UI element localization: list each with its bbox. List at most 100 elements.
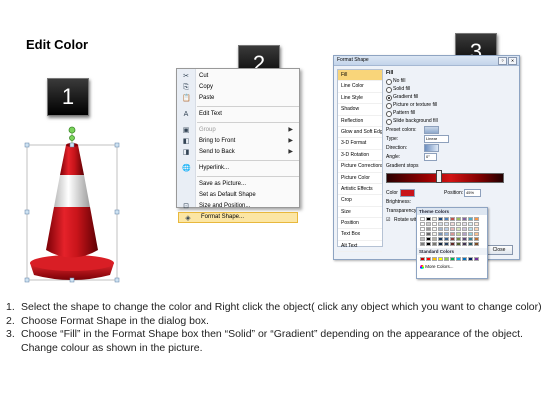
color-swatch[interactable] [444, 257, 449, 261]
color-swatch[interactable] [456, 257, 461, 261]
fill-option[interactable]: No fill [386, 77, 514, 85]
color-swatch[interactable] [432, 237, 437, 241]
color-swatch[interactable] [474, 217, 479, 221]
dialog-category-item[interactable]: Crop [338, 195, 382, 207]
color-swatch[interactable] [420, 217, 425, 221]
color-swatch[interactable] [432, 217, 437, 221]
menu-item[interactable]: 📋 Paste [177, 93, 299, 104]
color-swatch[interactable] [456, 222, 461, 226]
color-swatch[interactable] [450, 237, 455, 241]
direction-dropdown[interactable] [424, 144, 439, 152]
color-swatch[interactable] [438, 227, 443, 231]
color-swatch[interactable] [468, 222, 473, 226]
color-swatch[interactable] [468, 232, 473, 236]
preset-colors-dropdown[interactable] [424, 126, 439, 134]
color-swatch[interactable] [420, 237, 425, 241]
color-swatch[interactable] [420, 232, 425, 236]
color-swatch[interactable] [462, 237, 467, 241]
stop-color-button[interactable] [400, 189, 415, 197]
dialog-category-item[interactable]: Size [338, 207, 382, 219]
color-swatch[interactable] [450, 232, 455, 236]
color-swatch[interactable] [426, 232, 431, 236]
dialog-category-item[interactable]: Text Box [338, 229, 382, 241]
close-icon[interactable]: ✕ [508, 57, 517, 65]
color-swatch[interactable] [444, 232, 449, 236]
dialog-category-item[interactable]: Reflection [338, 116, 382, 127]
color-swatch[interactable] [450, 217, 455, 221]
color-swatch[interactable] [432, 257, 437, 261]
color-swatch[interactable] [426, 257, 431, 261]
menu-item[interactable]: ◈ Format Shape... [178, 212, 298, 223]
traffic-cone-shape[interactable] [22, 125, 122, 285]
dialog-category-item[interactable]: Position [338, 218, 382, 230]
more-colors-item[interactable]: More Colors... [417, 263, 487, 270]
position-input[interactable]: 45% [464, 189, 481, 197]
color-swatch[interactable] [438, 237, 443, 241]
dialog-category-item[interactable]: Glow and Soft Edges [338, 127, 382, 139]
dialog-category-item[interactable]: 3-D Rotation [338, 150, 382, 162]
menu-item[interactable]: ◧ Bring to Front ▶ [177, 136, 299, 147]
color-swatch[interactable] [432, 232, 437, 236]
menu-item[interactable]: A Edit Text [177, 109, 299, 120]
color-swatch[interactable] [426, 222, 431, 226]
color-swatch[interactable] [438, 242, 443, 246]
color-swatch[interactable] [474, 222, 479, 226]
color-swatch[interactable] [474, 237, 479, 241]
type-select[interactable]: Linear [424, 135, 449, 143]
dialog-category-item[interactable]: Artistic Effects [338, 184, 382, 196]
color-swatch[interactable] [432, 227, 437, 231]
color-swatch[interactable] [450, 222, 455, 226]
color-swatch[interactable] [426, 217, 431, 221]
menu-item[interactable]: ▣ Group ▶ [177, 125, 299, 136]
close-button[interactable]: Close [485, 245, 513, 255]
menu-item[interactable]: ⎘ Copy [177, 82, 299, 93]
color-swatch[interactable] [444, 217, 449, 221]
color-swatch[interactable] [468, 227, 473, 231]
dialog-category-item[interactable]: Shadow [338, 104, 382, 116]
dialog-category-item[interactable]: Alt Text [338, 241, 382, 253]
adjust-handle[interactable] [69, 135, 75, 141]
dialog-category-item[interactable]: Picture Corrections [338, 161, 382, 173]
fill-option[interactable]: Picture or texture fill [386, 101, 514, 109]
color-swatch[interactable] [444, 227, 449, 231]
color-swatch[interactable] [456, 232, 461, 236]
color-swatch[interactable] [438, 222, 443, 226]
menu-item[interactable]: Set as Default Shape [177, 190, 299, 201]
dialog-category-item[interactable]: 3-D Format [338, 138, 382, 150]
color-swatch[interactable] [420, 242, 425, 246]
color-swatch[interactable] [468, 257, 473, 261]
color-swatch[interactable] [462, 232, 467, 236]
help-icon[interactable]: ? [498, 57, 507, 65]
color-swatch[interactable] [456, 227, 461, 231]
color-swatch[interactable] [420, 227, 425, 231]
rotation-handle[interactable] [68, 126, 76, 134]
color-swatch[interactable] [420, 257, 425, 261]
color-swatch[interactable] [456, 217, 461, 221]
color-swatch[interactable] [456, 242, 461, 246]
color-swatch[interactable] [450, 242, 455, 246]
fill-option[interactable]: Slide background fill [386, 117, 514, 125]
color-swatch[interactable] [474, 257, 479, 261]
radio-button[interactable] [386, 119, 392, 125]
fill-option[interactable]: Solid fill [386, 85, 514, 93]
menu-item[interactable]: 🌐 Hyperlink... [177, 163, 299, 174]
dialog-category-item[interactable]: Line Style [338, 93, 382, 105]
color-swatch[interactable] [468, 217, 473, 221]
fill-option[interactable]: Gradient fill [386, 93, 514, 101]
color-swatch[interactable] [456, 237, 461, 241]
color-swatch[interactable] [462, 257, 467, 261]
dialog-category-item[interactable]: Fill [338, 70, 382, 82]
color-swatch[interactable] [462, 242, 467, 246]
color-swatch[interactable] [450, 227, 455, 231]
color-swatch[interactable] [450, 257, 455, 261]
color-swatch[interactable] [474, 232, 479, 236]
color-swatch[interactable] [438, 257, 443, 261]
color-swatch[interactable] [444, 237, 449, 241]
menu-item[interactable]: Save as Picture... [177, 179, 299, 190]
menu-item[interactable]: ◨ Send to Back ▶ [177, 147, 299, 158]
color-swatch[interactable] [468, 237, 473, 241]
color-swatch[interactable] [462, 227, 467, 231]
color-swatch[interactable] [438, 217, 443, 221]
menu-item[interactable]: ✂ Cut [177, 71, 299, 82]
color-swatch[interactable] [432, 222, 437, 226]
